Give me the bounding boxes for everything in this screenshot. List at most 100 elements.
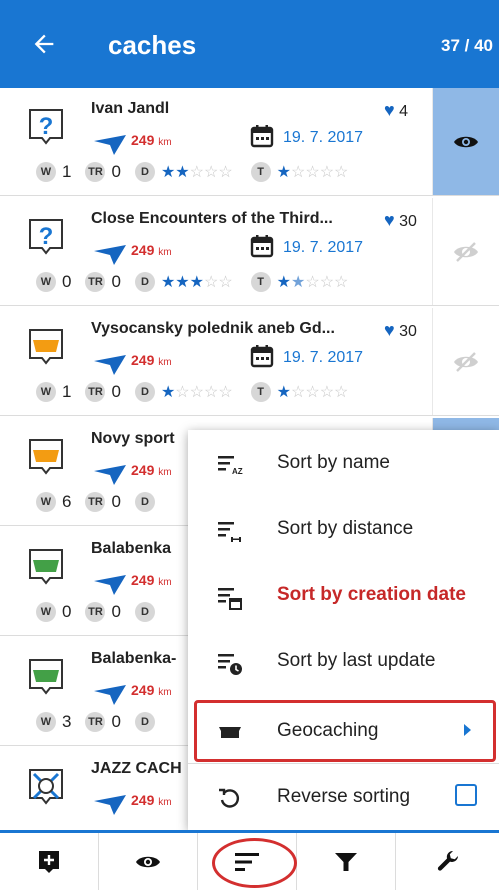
difficulty-badge: D [134, 272, 155, 292]
menu-item-sort-by-creation-date[interactable]: Sort by creation date [188, 562, 499, 628]
tools-icon [437, 850, 458, 871]
waypoints-badge: W [36, 712, 56, 732]
visibility-icon [136, 856, 160, 867]
traditional-cache-icon [26, 656, 66, 696]
menu-item-sort-by-last-update[interactable]: Sort by last update [188, 628, 499, 694]
favorites-count: ♥ 30 [384, 320, 417, 341]
direction-arrow-icon [94, 685, 126, 705]
menu-item-reverse-sorting[interactable]: Reverse sorting [188, 764, 499, 830]
svg-text:?: ? [39, 113, 54, 140]
visibility-toggle[interactable] [432, 308, 499, 415]
terrain-badge: T [250, 382, 271, 402]
visibility-toggle[interactable] [432, 88, 499, 195]
cache-stats: W 6 TR 0 D [36, 492, 155, 512]
calendar-icon [250, 235, 274, 258]
cache-date: 19. 7. 2017 [283, 239, 364, 256]
waypoints-badge: W [36, 602, 56, 622]
difficulty-badge: D [134, 162, 155, 182]
waypoints-count: 6 [62, 492, 72, 511]
difficulty-badge: D [134, 382, 155, 402]
trackables-count: 0 [111, 602, 121, 621]
cache-distance: 249 km [131, 792, 172, 808]
menu-item-label: Sort by name [277, 452, 390, 473]
visibility-button[interactable] [99, 833, 198, 890]
cache-distance: 249 km [131, 462, 172, 478]
cache-row[interactable]: Vysocansky polednik aneb Gd... ♥ 30 249 km… [0, 308, 499, 416]
trackables-count: 0 [111, 712, 121, 731]
tools-button[interactable] [396, 833, 499, 890]
cache-stats: W 0 TR 0 D ★★★☆☆ T ★★☆☆☆ [36, 272, 366, 292]
calendar-icon [250, 345, 274, 368]
cache-distance: 249 km [131, 352, 172, 368]
waypoints-badge: W [36, 272, 56, 292]
waypoints-badge: W [36, 382, 56, 402]
cache-distance: 249 km [131, 572, 172, 588]
cache-row[interactable]: ? Close Encounters of the Third... ♥ 30 249… [0, 198, 499, 306]
trackables-count: 0 [111, 272, 121, 291]
reverse-sorting-checkbox[interactable] [455, 784, 477, 806]
waypoints-count: 3 [62, 712, 72, 731]
terrain-stars: ★☆☆☆☆ [276, 164, 349, 181]
menu-item-sort-by-name[interactable]: AZ Sort by name [188, 430, 499, 496]
cache-count: 37 / 40 [441, 36, 493, 55]
trackables-count: 0 [111, 492, 121, 511]
mystery-cache-icon: ? [26, 216, 66, 256]
waypoints-badge: W [36, 492, 56, 512]
cache-stats: W 1 TR 0 D ★☆☆☆☆ T ★☆☆☆☆ [36, 382, 366, 402]
trackables-count: 0 [111, 162, 121, 181]
trackables-badge: TR [85, 712, 106, 732]
svg-text:AZ: AZ [232, 467, 243, 476]
waypoints-count: 1 [62, 382, 72, 401]
app-header: caches 37 / 40 [0, 0, 499, 88]
trackables-badge: TR [85, 382, 106, 402]
difficulty-stars: ★☆☆☆☆ [160, 384, 233, 401]
menu-item-sort-by-distance[interactable]: Sort by distance [188, 496, 499, 562]
cache-name: Close Encounters of the Third... [91, 210, 333, 227]
menu-item-label: Sort by creation date [277, 584, 466, 605]
difficulty-badge: D [134, 712, 155, 732]
cache-date: 19. 7. 2017 [283, 129, 364, 146]
trackables-badge: TR [85, 602, 106, 622]
back-arrow-icon[interactable] [30, 30, 58, 58]
heart-icon: ♥ [384, 100, 395, 120]
eye-off-icon [454, 351, 478, 372]
terrain-badge: T [250, 272, 271, 292]
sort-date-icon [218, 588, 242, 610]
direction-arrow-icon [94, 135, 126, 155]
filter-button[interactable] [297, 833, 396, 890]
direction-arrow-icon [94, 465, 126, 485]
calendar-icon [250, 125, 274, 148]
direction-arrow-icon [94, 245, 126, 265]
visibility-toggle[interactable] [432, 198, 499, 305]
difficulty-badge: D [134, 602, 155, 622]
direction-arrow-icon [94, 355, 126, 375]
sort-menu: AZ Sort by name Sort by distance Sort by… [188, 430, 499, 830]
terrain-badge: T [250, 162, 271, 182]
cache-name: Ivan Jandl [91, 100, 170, 117]
geocaching-highlight [194, 700, 496, 762]
reverse-icon [219, 788, 239, 808]
add-button[interactable] [0, 833, 99, 890]
cache-stats: W 1 TR 0 D ★★☆☆☆ T ★☆☆☆☆ [36, 162, 366, 182]
add-waypoint-icon [39, 850, 59, 873]
cache-row[interactable]: ? Ivan Jandl ♥ 4 249 km 19. 7. 2017 W 1 TR 0 D ★★☆… [0, 88, 499, 196]
mystery-cache-icon: ? [26, 106, 66, 146]
heart-icon: ♥ [384, 320, 395, 340]
filter-icon [335, 852, 357, 871]
cache-name: Vysocansky polednik aneb Gd... [91, 320, 335, 337]
eye-off-icon [454, 241, 478, 262]
sort-distance-icon [218, 522, 241, 542]
menu-item-label: Sort by last update [277, 650, 436, 671]
cache-distance: 249 km [131, 682, 172, 698]
trackables-badge: TR [85, 162, 106, 182]
direction-arrow-icon [94, 575, 126, 595]
difficulty-badge: D [134, 492, 155, 512]
terrain-stars: ★★☆☆☆ [276, 274, 349, 291]
favorites-value: 30 [399, 323, 417, 340]
cache-stats: W 3 TR 0 D [36, 712, 155, 732]
cache-distance: 249 km [131, 132, 172, 148]
trackables-count: 0 [111, 382, 121, 401]
traditional-cache-icon [26, 546, 66, 586]
favorites-value: 30 [399, 213, 417, 230]
cache-date: 19. 7. 2017 [283, 349, 364, 366]
